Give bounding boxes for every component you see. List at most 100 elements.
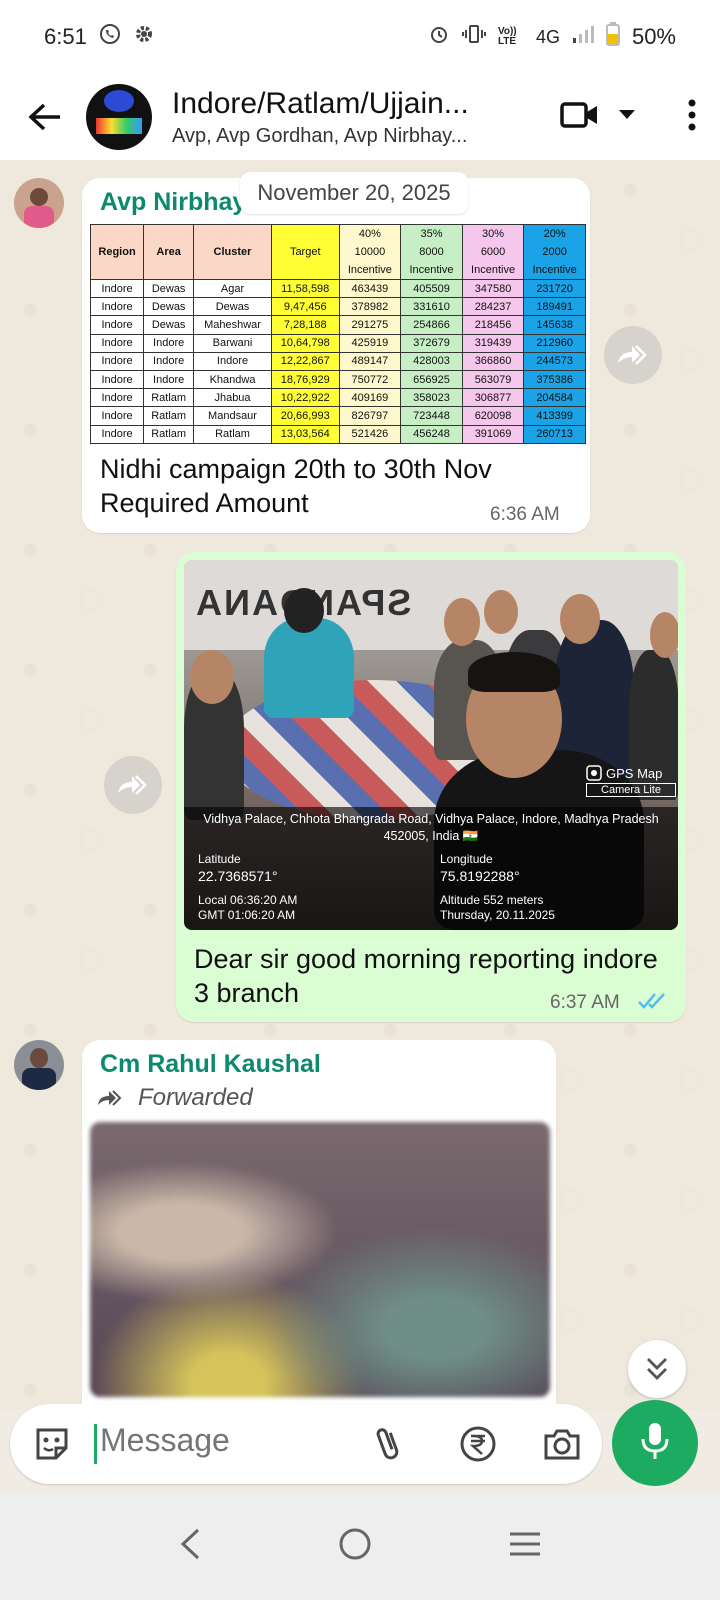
attach-icon[interactable] [374,1424,404,1469]
table-cell: 391069 [461,424,525,444]
table-cell: Maheshwar [193,315,272,335]
table-cell: Agar [193,278,272,299]
system-nav-bar [0,1492,720,1600]
table-cell: 358023 [400,388,463,408]
table-cell: Jhabua [193,388,272,408]
table-cell: 9,47,456 [270,297,340,317]
table-cell: 254866 [400,315,463,335]
group-avatar[interactable] [86,84,152,150]
video-call-icon[interactable] [560,100,600,135]
sender-name[interactable]: Cm Rahul Kaushal [100,1050,321,1079]
avatar[interactable] [14,1040,64,1090]
alarm-icon [428,23,450,51]
table-row: Indore Dewas Maheshwar 7,28,188 291275 254866… [89,315,586,335]
nav-home-icon[interactable] [338,1527,372,1566]
table-row: Indore Ratlam Jhabua 10,22,922 409169 358023 3… [89,388,586,408]
settings-gear-icon [133,23,155,51]
incentive-table-image[interactable]: Region Area Cluster Target 40% 10000 Inc… [89,224,586,444]
volte-label: Vo)) LTE [497,26,517,47]
network-type: 4G [535,26,560,47]
table-cell: 347580 [461,278,525,299]
status-bar: 6:51 Vo)) LTE 4G 50% [0,0,720,74]
table-cell: 260713 [523,424,586,444]
longitude-value: 75.8192288° [440,868,520,884]
back-arrow-icon[interactable] [18,90,72,144]
voice-record-button[interactable] [612,1400,698,1486]
table-cell: Indore [89,406,145,426]
gps-brand-sub: Camera Lite [586,783,676,797]
table-cell: 291275 [338,315,402,335]
avatar[interactable] [14,178,64,228]
table-cell: 463439 [338,278,402,299]
table-row: Indore Dewas Agar 11,58,598 463439 405509 3475… [89,278,586,299]
table-cell: 10,64,798 [270,333,340,353]
table-cell: 331610 [400,297,463,317]
battery-icon [605,22,620,52]
table-cell: 11,58,598 [270,278,340,299]
status-time: 6:51 [44,24,87,49]
table-cell: Indore [193,351,272,371]
table-cell: 319439 [461,333,525,353]
more-options-icon[interactable] [688,99,696,136]
table-cell: Barwani [193,333,272,353]
gps-brand: GPS Map [606,765,663,781]
table-cell: Dewas [143,315,195,335]
table-cell: Ratlam [143,388,195,408]
photo-attachment[interactable]: SPANDANA GPS Map Camera Lite [184,560,678,930]
table-cell: Dewas [143,297,195,317]
date-chip: November 20, 2025 [240,172,468,214]
group-members: Avp, Avp Gordhan, Avp Nirbhay... [172,124,468,147]
table-cell: 231720 [523,278,586,299]
table-cell: 563079 [461,369,525,390]
table-header: 30% 6000 Incentive [461,224,525,280]
table-cell: Dewas [193,297,272,317]
table-cell: 366860 [461,351,525,371]
gps-badge: GPS Map Camera Lite [586,765,676,805]
table-row: Indore Indore Indore 12,22,867 489147 428003 3… [89,351,586,371]
nav-recents-icon[interactable] [508,1530,542,1563]
gps-address: Vidhya Palace, Chhota Bhangrada Road, Vi… [203,812,659,843]
read-ticks-icon [638,992,668,1015]
message-input[interactable] [100,1422,340,1459]
blurred-media-attachment[interactable] [90,1122,550,1397]
table-header: Area [143,224,195,280]
table-cell: Indore [89,315,145,335]
sticker-icon[interactable] [32,1424,72,1469]
incoming-message[interactable]: Cm Rahul Kaushal Forwarded [82,1040,556,1410]
forward-button[interactable] [604,326,662,384]
message-composer [10,1404,602,1484]
camera-icon[interactable] [542,1424,582,1469]
group-info[interactable]: Indore/Ratlam/Ujjain... Avp, Avp Gordhan… [172,87,560,148]
table-cell: 12,22,867 [270,351,340,371]
table-cell: Indore [89,278,145,299]
chevron-down-icon[interactable] [618,108,636,126]
longitude-label: Longitude [440,852,493,866]
outgoing-message[interactable]: SPANDANA GPS Map Camera Lite [176,552,686,1022]
chat-area[interactable]: November 20, 2025 Avp Nirbhay Sir Region… [0,160,720,1410]
message-time: 6:36 AM [490,504,560,525]
table-cell: 425919 [338,333,402,353]
incoming-message[interactable]: Avp Nirbhay Sir Region Area Cluster Targ… [82,178,590,533]
table-cell: 405509 [400,278,463,299]
table-cell: 375386 [523,369,586,390]
table-header: Cluster [193,224,272,280]
rupee-payment-icon[interactable] [458,1424,498,1469]
table-row: Indore Indore Khandwa 18,76,929 750772 656925… [89,369,586,390]
table-header: 20% 2000 Incentive [523,224,586,280]
table-cell: 218456 [461,315,525,335]
table-row: Indore Ratlam Mandsaur 20,66,993 826797 72344… [89,406,586,426]
signal-icon [572,24,594,50]
nav-back-icon[interactable] [178,1527,202,1566]
gps-overlay: Vidhya Palace, Chhota Bhangrada Road, Vi… [184,807,678,930]
table-cell: 244573 [523,351,586,371]
table-cell: 10,22,922 [270,388,340,408]
text-cursor [94,1424,97,1464]
table-cell: Mandsaur [193,406,272,426]
table-cell: 306877 [461,388,525,408]
table-cell: 378982 [338,297,402,317]
table-cell: Ratlam [193,424,272,444]
scroll-to-bottom-button[interactable] [628,1340,686,1398]
forward-button[interactable] [104,756,162,814]
table-cell: 826797 [338,406,402,426]
day-date: Thursday, 20.11.2025 [440,908,555,922]
